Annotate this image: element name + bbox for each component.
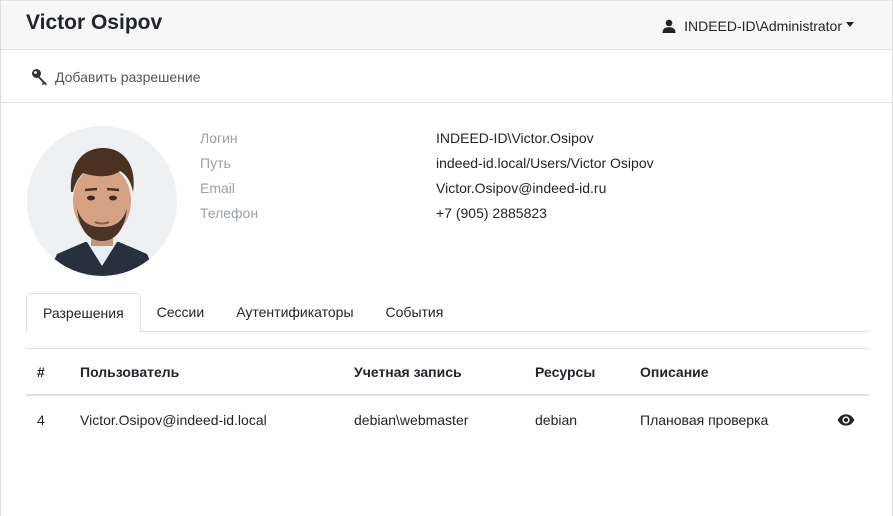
page-header: Victor Osipov INDEED-ID\Administrator [1, 0, 892, 50]
user-menu[interactable]: INDEED-ID\Administrator [662, 18, 854, 34]
profile-values: INDEED-ID\Victor.Osipov indeed-id.local/… [436, 130, 654, 230]
add-permission-button[interactable]: Добавить разрешение [31, 68, 201, 86]
column-header-number: # [37, 363, 45, 380]
user-menu-label: INDEED-ID\Administrator [684, 18, 842, 34]
avatar-photo [27, 126, 177, 276]
caret-down-icon [846, 21, 854, 27]
column-header-account: Учетная запись [354, 363, 462, 380]
tab-events[interactable]: События [370, 293, 460, 332]
tab-bar: Разрешения Сессии Аутентификаторы Событи… [26, 293, 869, 333]
login-value: INDEED-ID\Victor.Osipov [436, 130, 594, 146]
profile-labels: Логин Путь Email Телефон [200, 130, 258, 230]
phone-value: +7 (905) 2885823 [436, 205, 547, 221]
row-description: Плановая проверка [640, 412, 769, 428]
email-value: Victor.Osipov@indeed-id.ru [436, 180, 607, 196]
email-label: Email [200, 180, 236, 196]
view-details-button[interactable] [837, 396, 855, 444]
column-header-user: Пользователь [80, 363, 180, 380]
row-number: 4 [37, 412, 45, 428]
table-header-row: # Пользователь Учетная запись Ресурсы Оп… [26, 349, 869, 396]
path-value: indeed-id.local/Users/Victor Osipov [436, 155, 654, 171]
page-title: Victor Osipov [26, 11, 163, 34]
app-window: Victor Osipov INDEED-ID\Administrator До… [0, 0, 893, 516]
add-permission-label: Добавить разрешение [55, 69, 201, 85]
path-label: Путь [200, 155, 231, 171]
row-account: debian\webmaster [354, 412, 469, 428]
tab-sessions[interactable]: Сессии [141, 293, 221, 332]
user-icon [662, 19, 676, 33]
key-icon [32, 69, 47, 86]
phone-label: Телефон [200, 205, 259, 221]
login-label: Логин [200, 130, 238, 146]
avatar [27, 126, 177, 276]
tab-permissions[interactable]: Разрешения [26, 293, 141, 333]
table-row[interactable]: 4 Victor.Osipov@indeed-id.local debian\w… [26, 396, 869, 444]
column-header-resources: Ресурсы [535, 363, 596, 380]
tab-authenticators[interactable]: Аутентификаторы [220, 293, 369, 332]
row-user: Victor.Osipov@indeed-id.local [80, 412, 267, 428]
eye-icon [837, 414, 855, 426]
permissions-table: # Пользователь Учетная запись Ресурсы Оп… [26, 348, 869, 444]
toolbar: Добавить разрешение [1, 51, 892, 103]
column-header-description: Описание [640, 363, 709, 380]
row-resources: debian [535, 412, 578, 428]
